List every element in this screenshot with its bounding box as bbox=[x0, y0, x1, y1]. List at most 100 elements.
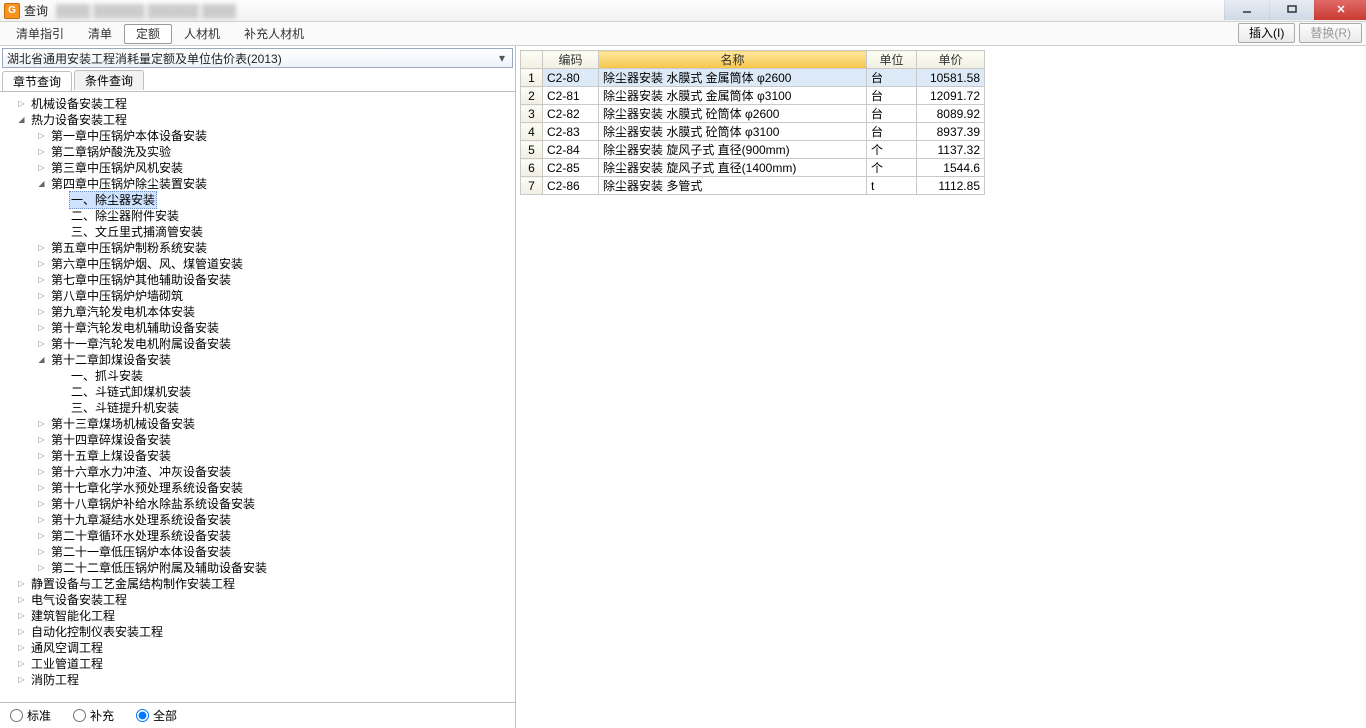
window-maximize-button[interactable] bbox=[1269, 0, 1314, 20]
expand-icon[interactable] bbox=[36, 419, 47, 430]
table-row[interactable]: 3C2-82除尘器安装 水膜式 砼筒体 φ2600台8089.92 bbox=[521, 105, 985, 123]
tree-node[interactable]: 第二十一章低压锅炉本体设备安装 bbox=[2, 544, 513, 560]
insert-button[interactable]: 插入(I) bbox=[1238, 23, 1295, 43]
cell-price[interactable]: 10581.58 bbox=[917, 69, 985, 87]
expand-icon[interactable] bbox=[36, 451, 47, 462]
cell-unit[interactable]: 个 bbox=[867, 159, 917, 177]
cell-code[interactable]: C2-83 bbox=[543, 123, 599, 141]
tree-node[interactable]: 第八章中压锅炉炉墙砌筑 bbox=[2, 288, 513, 304]
expand-icon[interactable] bbox=[36, 563, 47, 574]
tree-node[interactable]: 第二十章循环水处理系统设备安装 bbox=[2, 528, 513, 544]
catalog-combo[interactable]: 湖北省通用安装工程消耗量定额及单位估价表(2013) ▾ bbox=[2, 48, 513, 68]
col-header-unit[interactable]: 单位 bbox=[867, 51, 917, 69]
menu-item-4[interactable]: 补充人材机 bbox=[232, 24, 316, 44]
tree-node[interactable]: 第十六章水力冲渣、冲灰设备安装 bbox=[2, 464, 513, 480]
cell-name[interactable]: 除尘器安装 旋风子式 直径(900mm) bbox=[599, 141, 867, 159]
menu-item-0[interactable]: 清单指引 bbox=[4, 24, 76, 44]
expand-icon[interactable] bbox=[36, 467, 47, 478]
tree-node[interactable]: 静置设备与工艺金属结构制作安装工程 bbox=[2, 576, 513, 592]
menu-item-2[interactable]: 定额 bbox=[124, 24, 172, 44]
cell-unit[interactable]: 个 bbox=[867, 141, 917, 159]
cell-code[interactable]: C2-81 bbox=[543, 87, 599, 105]
quota-grid[interactable]: 编码 名称 单位 单价 1C2-80除尘器安装 水膜式 金属筒体 φ2600台1… bbox=[520, 50, 985, 195]
cell-name[interactable]: 除尘器安装 水膜式 砼筒体 φ3100 bbox=[599, 123, 867, 141]
window-minimize-button[interactable] bbox=[1224, 0, 1269, 20]
cell-name[interactable]: 除尘器安装 旋风子式 直径(1400mm) bbox=[599, 159, 867, 177]
tree-node[interactable]: 一、抓斗安装 bbox=[2, 368, 513, 384]
radio-supplement[interactable]: 补充 bbox=[73, 707, 114, 724]
tree-node[interactable]: 建筑智能化工程 bbox=[2, 608, 513, 624]
tree-node[interactable]: 第九章汽轮发电机本体安装 bbox=[2, 304, 513, 320]
tree-node[interactable]: 第三章中压锅炉风机安装 bbox=[2, 160, 513, 176]
expand-icon[interactable] bbox=[36, 339, 47, 350]
expand-icon[interactable] bbox=[36, 307, 47, 318]
col-header-price[interactable]: 单价 bbox=[917, 51, 985, 69]
expand-icon[interactable] bbox=[36, 323, 47, 334]
tree-node[interactable]: 第十八章锅炉补给水除盐系统设备安装 bbox=[2, 496, 513, 512]
cell-name[interactable]: 除尘器安装 水膜式 砼筒体 φ2600 bbox=[599, 105, 867, 123]
tree-node[interactable]: 第十五章上煤设备安装 bbox=[2, 448, 513, 464]
cell-price[interactable]: 8937.39 bbox=[917, 123, 985, 141]
tree-node[interactable]: 第一章中压锅炉本体设备安装 bbox=[2, 128, 513, 144]
cell-name[interactable]: 除尘器安装 水膜式 金属筒体 φ2600 bbox=[599, 69, 867, 87]
menu-item-3[interactable]: 人材机 bbox=[172, 24, 232, 44]
expand-icon[interactable] bbox=[16, 579, 27, 590]
tree-node[interactable]: 通风空调工程 bbox=[2, 640, 513, 656]
cell-price[interactable]: 1112.85 bbox=[917, 177, 985, 195]
expand-icon[interactable] bbox=[36, 291, 47, 302]
cell-price[interactable]: 1137.32 bbox=[917, 141, 985, 159]
tree-node[interactable]: 热力设备安装工程 bbox=[2, 112, 513, 128]
tree-node[interactable]: 第十四章碎煤设备安装 bbox=[2, 432, 513, 448]
cell-code[interactable]: C2-82 bbox=[543, 105, 599, 123]
tree-node[interactable]: 工业管道工程 bbox=[2, 656, 513, 672]
expand-icon[interactable] bbox=[36, 483, 47, 494]
collapse-icon[interactable] bbox=[36, 355, 47, 366]
cell-price[interactable]: 8089.92 bbox=[917, 105, 985, 123]
tree-node[interactable]: 第二十二章低压锅炉附属及辅助设备安装 bbox=[2, 560, 513, 576]
menu-item-1[interactable]: 清单 bbox=[76, 24, 124, 44]
cell-code[interactable]: C2-84 bbox=[543, 141, 599, 159]
expand-icon[interactable] bbox=[36, 147, 47, 158]
expand-icon[interactable] bbox=[36, 547, 47, 558]
table-row[interactable]: 2C2-81除尘器安装 水膜式 金属筒体 φ3100台12091.72 bbox=[521, 87, 985, 105]
table-row[interactable]: 6C2-85除尘器安装 旋风子式 直径(1400mm)个1544.6 bbox=[521, 159, 985, 177]
expand-icon[interactable] bbox=[16, 595, 27, 606]
expand-icon[interactable] bbox=[16, 627, 27, 638]
table-row[interactable]: 5C2-84除尘器安装 旋风子式 直径(900mm)个1137.32 bbox=[521, 141, 985, 159]
tree-node[interactable]: 第十三章煤场机械设备安装 bbox=[2, 416, 513, 432]
expand-icon[interactable] bbox=[36, 131, 47, 142]
expand-icon[interactable] bbox=[36, 163, 47, 174]
tree-node[interactable]: 一、除尘器安装 bbox=[2, 192, 513, 208]
cell-code[interactable]: C2-80 bbox=[543, 69, 599, 87]
col-header-code[interactable]: 编码 bbox=[543, 51, 599, 69]
tree-node[interactable]: 第十章汽轮发电机辅助设备安装 bbox=[2, 320, 513, 336]
tree-node[interactable]: 第二章锅炉酸洗及实验 bbox=[2, 144, 513, 160]
expand-icon[interactable] bbox=[36, 435, 47, 446]
expand-icon[interactable] bbox=[16, 643, 27, 654]
collapse-icon[interactable] bbox=[16, 115, 27, 126]
cell-price[interactable]: 1544.6 bbox=[917, 159, 985, 177]
tree-node[interactable]: 第十七章化学水预处理系统设备安装 bbox=[2, 480, 513, 496]
tree-node[interactable]: 第四章中压锅炉除尘装置安装 bbox=[2, 176, 513, 192]
expand-icon[interactable] bbox=[36, 275, 47, 286]
tree-node[interactable]: 第六章中压锅炉烟、风、煤管道安装 bbox=[2, 256, 513, 272]
expand-icon[interactable] bbox=[16, 611, 27, 622]
tree-node[interactable]: 二、斗链式卸煤机安装 bbox=[2, 384, 513, 400]
tree-node[interactable]: 三、斗链提升机安装 bbox=[2, 400, 513, 416]
tree-node[interactable]: 机械设备安装工程 bbox=[2, 96, 513, 112]
tree-node[interactable]: 三、文丘里式捕滴管安装 bbox=[2, 224, 513, 240]
table-row[interactable]: 7C2-86除尘器安装 多管式t1112.85 bbox=[521, 177, 985, 195]
tree-node[interactable]: 第五章中压锅炉制粉系统安装 bbox=[2, 240, 513, 256]
tree-node[interactable]: 消防工程 bbox=[2, 672, 513, 688]
expand-icon[interactable] bbox=[36, 531, 47, 542]
tab-0[interactable]: 章节查询 bbox=[2, 71, 72, 91]
expand-icon[interactable] bbox=[16, 659, 27, 670]
cell-unit[interactable]: t bbox=[867, 177, 917, 195]
tree-node[interactable]: 第十二章卸煤设备安装 bbox=[2, 352, 513, 368]
expand-icon[interactable] bbox=[36, 243, 47, 254]
collapse-icon[interactable] bbox=[36, 179, 47, 190]
window-close-button[interactable] bbox=[1314, 0, 1366, 20]
cell-unit[interactable]: 台 bbox=[867, 87, 917, 105]
col-header-name[interactable]: 名称 bbox=[599, 51, 867, 69]
cell-code[interactable]: C2-86 bbox=[543, 177, 599, 195]
